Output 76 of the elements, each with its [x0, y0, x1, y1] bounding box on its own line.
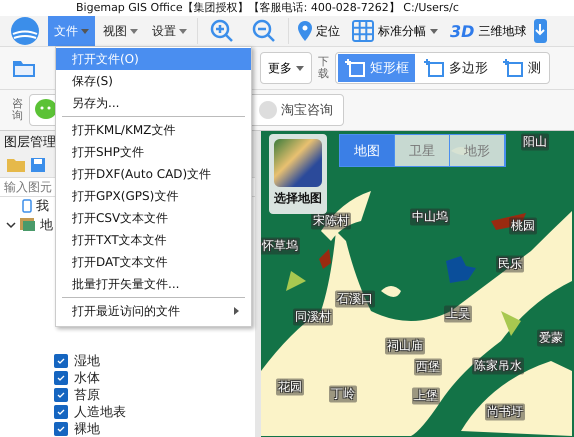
chat-icon: [258, 100, 278, 120]
caret-icon: [81, 28, 89, 34]
place-label: 怀草坞: [261, 238, 300, 254]
checkmark-icon: [57, 358, 65, 364]
map-thumbnail: [274, 139, 322, 187]
menu-option[interactable]: 打开最近访问的文件: [56, 300, 251, 322]
caret-icon: [130, 28, 138, 34]
place-label: 祠山庙: [385, 338, 425, 354]
grid-icon: [352, 20, 374, 42]
checkmark-icon: [57, 408, 65, 414]
save-icon[interactable]: [30, 156, 46, 173]
layer-checkbox[interactable]: [54, 404, 68, 418]
layer-label: 湿地: [74, 352, 100, 370]
map-picker-button[interactable]: 选择地图: [269, 134, 327, 214]
window-title: Bigemap GIS Office【集团授权】【客服电话: 400-028-7262】 C:/Users/c: [76, 1, 459, 15]
draw-tool-button[interactable]: 多边形: [417, 54, 494, 82]
layer-checkbox[interactable]: [54, 354, 68, 368]
shape-icon: [423, 58, 445, 78]
place-label: 爱蒙: [537, 330, 565, 346]
caret-icon: [296, 66, 304, 70]
layer-checkbox[interactable]: [54, 370, 68, 384]
zoom-in-icon[interactable]: [210, 19, 234, 43]
place-label: 上吴: [444, 306, 472, 322]
menu-option[interactable]: 打开DXF(Auto CAD)文件: [56, 163, 251, 185]
layer-checkbox[interactable]: [54, 388, 68, 402]
checkmark-icon: [57, 374, 65, 380]
menu-item[interactable]: 设置: [146, 16, 193, 46]
draw-tool-button[interactable]: 测: [496, 54, 547, 82]
place-label: 阳山: [521, 134, 549, 150]
menu-option[interactable]: 批量打开矢量文件...: [56, 273, 251, 295]
menu-option[interactable]: 打开DAT文本文件: [56, 251, 251, 273]
tree-label[interactable]: 地: [40, 216, 53, 234]
place-label: 上堡: [412, 388, 440, 404]
shape-icon: [344, 58, 366, 78]
map-type-tab[interactable]: 地图: [340, 135, 395, 166]
tree-label[interactable]: 我: [36, 197, 49, 216]
submenu-arrow-icon: [234, 307, 239, 315]
menu-option[interactable]: 保存(S): [56, 70, 251, 92]
shape-icon: [502, 58, 524, 78]
menu-option[interactable]: 打开CSV文本文件: [56, 207, 251, 229]
chevron-icon[interactable]: [6, 221, 16, 230]
menu-option[interactable]: 打开KML/KMZ文件: [56, 119, 251, 141]
standard-sheet-button[interactable]: 标准分幅: [347, 17, 443, 45]
place-label: 尚书圩: [485, 404, 525, 420]
checkmark-icon: [57, 392, 65, 398]
locate-button[interactable]: 定位: [293, 17, 345, 45]
download-icon[interactable]: [533, 18, 548, 44]
panel-title: 图层管理: [4, 134, 56, 151]
caret-icon: [179, 28, 187, 34]
menu-option[interactable]: 另存为...: [56, 92, 251, 114]
place-label: 花园: [276, 378, 304, 396]
folder-icon[interactable]: [12, 58, 36, 78]
layer-label: 水体: [74, 370, 100, 386]
place-label: 西堡: [414, 358, 442, 376]
globe-button[interactable]: 3D 三维地球: [445, 17, 532, 45]
layer-label: 苔原: [74, 386, 100, 404]
map-pin-icon: [298, 21, 312, 41]
place-label: 陈家吊水: [472, 358, 524, 374]
folder-icon: [20, 218, 36, 232]
consult-label: 咨询: [12, 98, 23, 122]
layer-checkbox[interactable]: [54, 422, 68, 436]
phone-icon: [22, 199, 32, 214]
download-label: 下载: [318, 56, 329, 80]
place-label: 丁岭: [329, 386, 357, 402]
consult-button[interactable]: 淘宝咨询: [252, 99, 339, 121]
place-label: 桃园: [509, 218, 537, 234]
menu-option[interactable]: 打开GPX(GPS)文件: [56, 185, 251, 207]
menu-option[interactable]: 打开TXT文本文件: [56, 229, 251, 251]
layer-label: 人造地表: [74, 404, 126, 420]
zoom-out-icon[interactable]: [252, 19, 276, 43]
caret-icon: [430, 28, 438, 34]
menu-option[interactable]: 打开SHP文件: [56, 141, 251, 163]
layer-label: 裸地: [74, 420, 100, 437]
place-label: 中山坞: [410, 208, 450, 226]
checkmark-icon: [57, 426, 65, 432]
menu-item[interactable]: 视图: [97, 16, 144, 46]
